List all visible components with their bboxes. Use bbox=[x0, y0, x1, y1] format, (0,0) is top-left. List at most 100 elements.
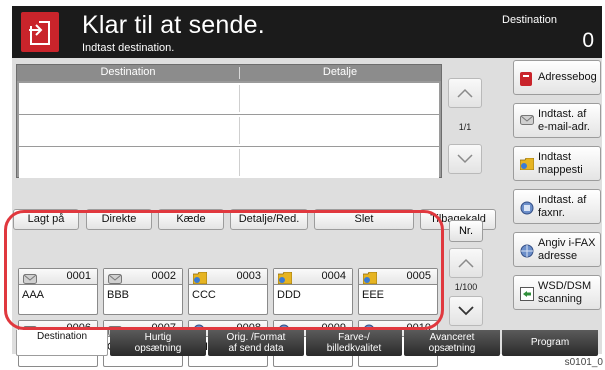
one-touch-key-name: CCC bbox=[192, 289, 216, 301]
fax-number-button[interactable]: Indtast. af faxnr. bbox=[513, 189, 601, 224]
folder-icon bbox=[520, 158, 534, 170]
folder-path-button[interactable]: Indtast mappesti bbox=[513, 146, 601, 181]
ifax-address-label-2: adresse bbox=[538, 250, 578, 262]
tab-destination-label: Destination bbox=[36, 331, 88, 342]
one-touch-key-0004[interactable]: 0004 DDD bbox=[273, 268, 353, 315]
one-touch-page-indicator: 1/100 bbox=[454, 282, 478, 292]
destination-row[interactable] bbox=[19, 83, 439, 114]
tab-advanced-setup-label-2: opsætning bbox=[428, 343, 476, 354]
wsd-scan-icon bbox=[520, 287, 534, 301]
tab-original-format[interactable]: Orig. /Format af send data bbox=[208, 330, 304, 356]
one-touch-key-number: 0002 bbox=[151, 270, 176, 282]
destination-page-indicator: 1/1 bbox=[458, 122, 472, 132]
tab-program-label: Program bbox=[530, 337, 570, 348]
kaede-button[interactable]: Kæde bbox=[158, 209, 224, 230]
email-entry-label-2: e-mail-adr. bbox=[538, 121, 590, 133]
wsd-scan-button[interactable]: WSD/DSM scanning bbox=[513, 275, 601, 310]
fax-icon bbox=[520, 201, 534, 215]
wsd-scan-label-2: scanning bbox=[538, 293, 583, 305]
one-touch-key-0003[interactable]: 0003 CCC bbox=[188, 268, 268, 315]
one-touch-key-header: 0004 bbox=[274, 269, 352, 285]
ifax-address-label-1: Angiv i-FAX bbox=[538, 237, 596, 249]
detalje-red-button[interactable]: Detalje/Red. bbox=[230, 209, 308, 230]
folder-icon bbox=[277, 271, 293, 289]
chevron-up-icon bbox=[458, 258, 474, 268]
destination-scroll-up-button[interactable] bbox=[448, 78, 482, 108]
fax-number-label-1: Indtast. af bbox=[538, 194, 587, 206]
folder-icon bbox=[362, 271, 378, 289]
one-touch-key-header: 0002 bbox=[104, 269, 182, 285]
function-tabs: Destination Hurtig opsætning Orig. /Form… bbox=[12, 330, 602, 356]
destination-table: Destination Detalje bbox=[16, 64, 442, 178]
tab-original-format-label-1: Orig. /Format bbox=[226, 332, 286, 343]
email-icon bbox=[23, 271, 37, 289]
row-divider bbox=[239, 117, 240, 144]
chevron-up-icon bbox=[457, 88, 473, 98]
chevron-down-icon bbox=[458, 306, 474, 316]
page-subtitle: Indtast destination. bbox=[82, 42, 175, 54]
main-panel: Destination Detalje 1/1 Lagt på Direkte … bbox=[12, 58, 602, 367]
folder-icon bbox=[192, 271, 208, 289]
one-touch-key-number: 0001 bbox=[66, 270, 91, 282]
ifax-address-button[interactable]: Angiv i-FAX adresse bbox=[513, 232, 601, 267]
tab-color-quality[interactable]: Farve-/ billedkvalitet bbox=[306, 330, 402, 356]
page-title: Klar til at sende. bbox=[82, 11, 265, 39]
one-touch-key-0002[interactable]: 0002 BBB bbox=[103, 268, 183, 315]
tab-destination[interactable]: Destination bbox=[16, 330, 108, 356]
column-destination: Destination bbox=[100, 66, 156, 78]
wsd-scan-label-1: WSD/DSM bbox=[538, 280, 592, 292]
one-touch-key-number: 0004 bbox=[321, 270, 346, 282]
destination-row[interactable] bbox=[19, 115, 439, 146]
fax-number-label-2: faxnr. bbox=[538, 207, 565, 219]
row-divider bbox=[239, 85, 240, 112]
one-touch-key-number: 0005 bbox=[406, 270, 431, 282]
destination-row[interactable] bbox=[19, 147, 439, 178]
send-icon bbox=[21, 12, 59, 52]
one-touch-key-name: BBB bbox=[107, 289, 130, 301]
one-touch-key-name: EEE bbox=[362, 289, 385, 301]
row-divider bbox=[239, 149, 240, 176]
column-detail: Detalje bbox=[322, 66, 358, 78]
address-book-label: Adressebog bbox=[538, 71, 597, 83]
one-touch-key-header: 0001 bbox=[19, 269, 97, 285]
one-touch-key-0005[interactable]: 0005 EEE bbox=[358, 268, 438, 315]
tab-quick-setup[interactable]: Hurtig opsætning bbox=[110, 330, 206, 356]
send-screen: Klar til at sende. Indtast destination. … bbox=[0, 0, 605, 370]
chevron-down-icon bbox=[457, 154, 473, 164]
destination-scroll-down-button[interactable] bbox=[448, 144, 482, 174]
number-search-button[interactable]: Nr. bbox=[449, 220, 483, 242]
one-touch-key-name: DDD bbox=[277, 289, 301, 301]
ifax-icon bbox=[520, 244, 534, 258]
tab-color-quality-label-1: Farve-/ bbox=[338, 332, 370, 343]
slet-button[interactable]: Slet bbox=[314, 209, 414, 230]
email-icon bbox=[520, 115, 534, 125]
destination-table-header: Destination Detalje bbox=[17, 65, 441, 81]
tab-quick-setup-label-2: opsætning bbox=[134, 343, 182, 354]
one-touch-key-header: 0003 bbox=[189, 269, 267, 285]
folder-path-label-1: Indtast bbox=[538, 151, 572, 163]
lagt-paa-button[interactable]: Lagt på bbox=[13, 209, 79, 230]
figure-code: s0101_0 bbox=[564, 357, 603, 368]
email-icon bbox=[108, 271, 122, 289]
destination-count-label: Destination bbox=[502, 14, 558, 26]
address-book-icon bbox=[520, 72, 532, 86]
one-touch-key-0001[interactable]: 0001 AAA bbox=[18, 268, 98, 315]
status-header: Klar til at sende. Indtast destination. … bbox=[12, 6, 602, 58]
email-entry-button[interactable]: Indtast. af e-mail-adr. bbox=[513, 103, 601, 138]
tab-original-format-label-2: af send data bbox=[228, 343, 284, 354]
tab-quick-setup-label-1: Hurtig bbox=[144, 332, 172, 343]
tab-advanced-setup[interactable]: Avanceret opsætning bbox=[404, 330, 500, 356]
one-touch-scroll-down-button[interactable] bbox=[449, 296, 483, 326]
address-book-button[interactable]: Adressebog bbox=[513, 60, 601, 95]
one-touch-key-number: 0003 bbox=[236, 270, 261, 282]
tab-advanced-setup-label-1: Avanceret bbox=[429, 332, 475, 343]
destination-count: 0 bbox=[582, 29, 594, 52]
tab-program[interactable]: Program bbox=[502, 330, 598, 356]
tab-color-quality-label-2: billedkvalitet bbox=[326, 343, 382, 354]
direkte-button[interactable]: Direkte bbox=[86, 209, 152, 230]
one-touch-key-header: 0005 bbox=[359, 269, 437, 285]
folder-path-label-2: mappesti bbox=[538, 164, 583, 176]
email-entry-label-1: Indtast. af bbox=[538, 108, 587, 120]
one-touch-key-name: AAA bbox=[22, 289, 45, 301]
one-touch-scroll-up-button[interactable] bbox=[449, 248, 483, 278]
